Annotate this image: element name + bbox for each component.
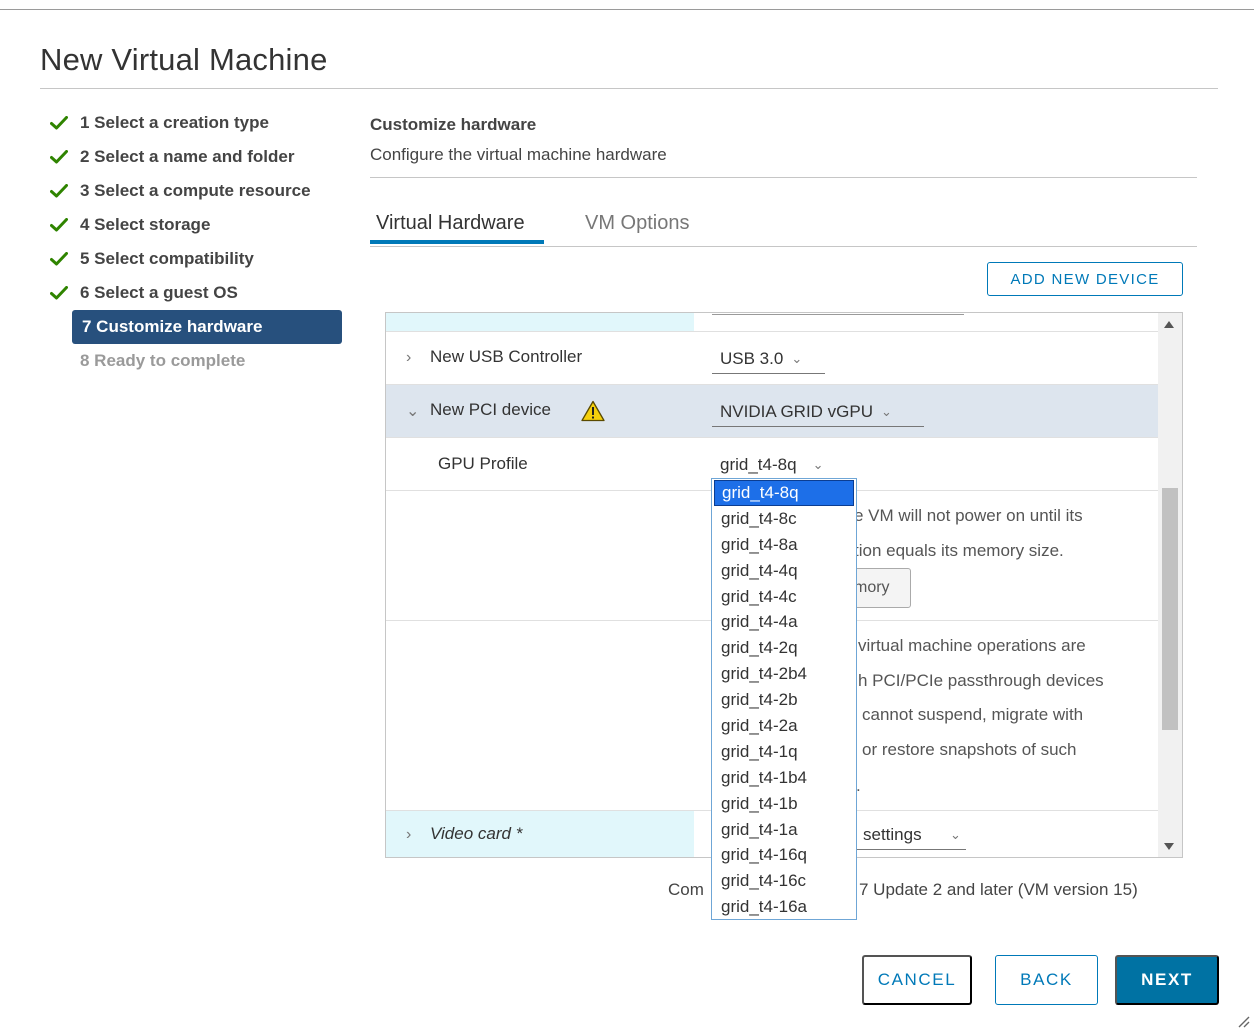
passthrough-note-line: virtual machine operations are — [858, 636, 1086, 655]
passthrough-note-line: or restore snapshots of such — [862, 740, 1077, 759]
memory-note-line: e VM will not power on until its — [854, 506, 1083, 525]
warning-icon — [581, 400, 605, 427]
tabs-divider — [370, 246, 1197, 247]
usb-version-select[interactable]: USB 3.0 ⌄ — [712, 344, 825, 374]
dropdown-option[interactable]: grid_t4-4c — [712, 584, 856, 610]
check-icon — [48, 218, 70, 232]
scroll-up-icon[interactable] — [1164, 321, 1174, 328]
gpu-profile-dropdown: grid_t4-8q grid_t4-8c grid_t4-8a grid_t4… — [711, 478, 857, 920]
scroll-down-icon[interactable] — [1164, 843, 1174, 850]
new-vm-dialog: New Virtual Machine 1 Select a creation … — [0, 0, 1254, 1034]
tab-vm-options[interactable]: VM Options — [585, 212, 689, 246]
check-icon — [48, 116, 70, 130]
active-tab-indicator — [370, 240, 544, 244]
step-label: 1 Select a creation type — [80, 113, 269, 132]
step-6[interactable]: 6 Select a guest OS — [48, 278, 238, 308]
check-icon — [48, 150, 70, 164]
usb-controller-row: › New USB Controller USB 3.0 ⌄ — [386, 332, 1158, 385]
check-icon — [48, 184, 70, 198]
check-icon — [48, 252, 70, 266]
top-border — [0, 9, 1254, 10]
dropdown-option[interactable]: grid_t4-16c — [712, 868, 856, 894]
table-row — [386, 313, 1158, 332]
pci-type-value: NVIDIA GRID vGPU — [720, 401, 874, 421]
compatibility-text-suffix: 7 Update 2 and later (VM version 15) — [859, 880, 1138, 899]
step-label: 3 Select a compute resource — [80, 181, 311, 200]
dropdown-option[interactable]: grid_t4-16a — [712, 894, 856, 920]
step-label: 4 Select storage — [80, 215, 211, 234]
step-4[interactable]: 4 Select storage — [48, 210, 210, 240]
chevron-down-icon: ⌄ — [950, 826, 961, 842]
chevron-down-icon: ⌄ — [881, 403, 892, 419]
grid-scrollbar[interactable] — [1158, 313, 1182, 857]
gpu-profile-label: GPU Profile — [438, 454, 528, 473]
dropdown-option[interactable]: grid_t4-1b4 — [712, 765, 856, 791]
dropdown-option[interactable]: grid_t4-2q — [712, 635, 856, 661]
chevron-down-icon: ⌄ — [791, 350, 803, 366]
dropdown-option[interactable]: grid_t4-4a — [712, 609, 856, 635]
step-label: 6 Select a guest OS — [80, 283, 238, 302]
dropdown-option[interactable]: grid_t4-4q — [712, 558, 856, 584]
select-underline — [712, 314, 964, 315]
video-card-label: Video card * — [430, 824, 523, 843]
cancel-button[interactable]: CANCEL — [862, 955, 972, 1005]
dropdown-option[interactable]: grid_t4-8a — [712, 532, 856, 558]
gpu-profile-select[interactable]: grid_t4-8q ⌄ — [712, 450, 857, 480]
step-1[interactable]: 1 Select a creation type — [48, 108, 269, 138]
title-divider — [40, 88, 1218, 89]
dropdown-option[interactable]: grid_t4-1b — [712, 791, 856, 817]
step-label: 5 Select compatibility — [80, 249, 254, 268]
step-7-active[interactable]: 7 Customize hardware — [72, 310, 342, 344]
step-label: 2 Select a name and folder — [80, 147, 295, 166]
dropdown-option[interactable]: grid_t4-8c — [712, 506, 856, 532]
passthrough-note-line: cannot suspend, migrate with — [862, 705, 1084, 724]
dropdown-option[interactable]: grid_t4-1q — [712, 739, 856, 765]
dropdown-option[interactable]: grid_t4-16q — [712, 842, 856, 868]
step-2[interactable]: 2 Select a name and folder — [48, 142, 294, 172]
check-icon — [48, 286, 70, 300]
gpu-profile-value: grid_t4-8q — [720, 455, 797, 474]
resize-grip-icon[interactable] — [1236, 1014, 1250, 1033]
section-divider — [370, 177, 1197, 178]
dropdown-option[interactable]: grid_t4-2b4 — [712, 661, 856, 687]
chevron-right-icon[interactable]: › — [406, 349, 411, 367]
chevron-down-icon[interactable]: ⌄ — [406, 401, 419, 421]
pci-type-select[interactable]: NVIDIA GRID vGPU ⌄ — [712, 397, 924, 427]
step-8: 8 Ready to complete — [80, 346, 245, 376]
step-3[interactable]: 3 Select a compute resource — [48, 176, 311, 206]
pci-device-row: ⌄ New PCI device NVIDIA GRID vGPU ⌄ — [386, 385, 1158, 438]
scrollbar-thumb[interactable] — [1162, 488, 1178, 730]
section-title: Customize hardware — [370, 115, 537, 134]
usb-version-value: USB 3.0 — [720, 348, 784, 368]
chevron-right-icon[interactable]: › — [406, 826, 411, 844]
pci-device-label: New PCI device — [430, 400, 551, 419]
step-5[interactable]: 5 Select compatibility — [48, 244, 254, 274]
compatibility-text-prefix: Com — [668, 880, 704, 899]
next-button[interactable]: NEXT — [1115, 955, 1219, 1005]
dropdown-option[interactable]: grid_t4-1a — [712, 817, 856, 843]
section-subtitle: Configure the virtual machine hardware — [370, 145, 667, 164]
step-label: 8 Ready to complete — [80, 351, 246, 370]
step-label: 7 Customize hardware — [82, 317, 263, 336]
passthrough-note-line: h PCI/PCIe passthrough devices — [858, 671, 1104, 690]
dropdown-option[interactable]: grid_t4-2b — [712, 687, 856, 713]
dropdown-option[interactable]: grid_t4-2a — [712, 713, 856, 739]
back-button[interactable]: BACK — [995, 955, 1098, 1005]
usb-controller-label: New USB Controller — [430, 347, 583, 366]
row-label-cell — [386, 313, 694, 331]
memory-note-line: tion equals its memory size. — [854, 541, 1064, 560]
video-settings-value: settings — [863, 824, 922, 844]
dropdown-option-selected[interactable]: grid_t4-8q — [714, 480, 854, 506]
chevron-down-icon: ⌄ — [812, 457, 824, 472]
dialog-title: New Virtual Machine — [40, 42, 328, 77]
add-new-device-button[interactable]: ADD NEW DEVICE — [987, 262, 1183, 296]
